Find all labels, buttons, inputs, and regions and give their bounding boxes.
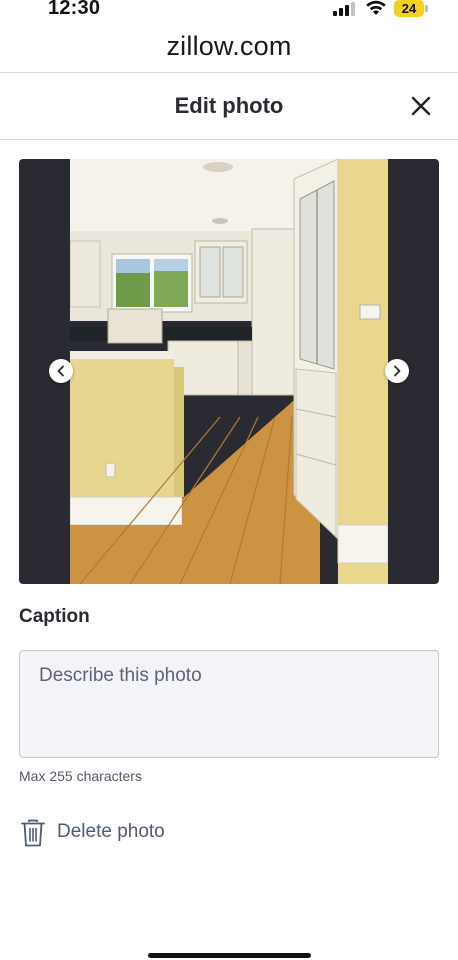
caption-label: Caption (19, 606, 90, 627)
page-title: Edit photo (174, 93, 284, 118)
battery-tip (425, 5, 428, 12)
wifi-icon (366, 0, 386, 15)
status-time: 12:30 (48, 0, 101, 19)
battery-indicator: 24 (394, 0, 428, 17)
delete-photo-button[interactable]: Delete photo (19, 816, 219, 850)
browser-url-bar[interactable]: zillow.com (0, 26, 458, 72)
caption-input[interactable] (19, 650, 439, 758)
chevron-right-icon (394, 365, 401, 377)
status-bar: 12:30 24 (0, 0, 458, 20)
url-text: zillow.com (166, 31, 292, 61)
trash-icon (21, 819, 45, 847)
photo-viewer (19, 159, 439, 584)
home-indicator[interactable] (148, 953, 311, 958)
previous-photo-button[interactable] (49, 359, 73, 383)
next-photo-button[interactable] (385, 359, 409, 383)
caption-character-limit-hint: Max 255 characters (19, 768, 142, 784)
battery-level: 24 (394, 0, 424, 17)
modal-header: Edit photo (0, 73, 458, 139)
edit-photo-page: 12:30 24 zillow.com Edit photo Caption D… (0, 0, 458, 960)
chevron-left-icon (57, 365, 64, 377)
divider (0, 139, 458, 140)
cellular-signal-icon (333, 2, 355, 16)
close-icon[interactable] (408, 93, 434, 119)
delete-photo-label: Delete photo (57, 821, 165, 842)
kitchen-photo (70, 159, 388, 584)
